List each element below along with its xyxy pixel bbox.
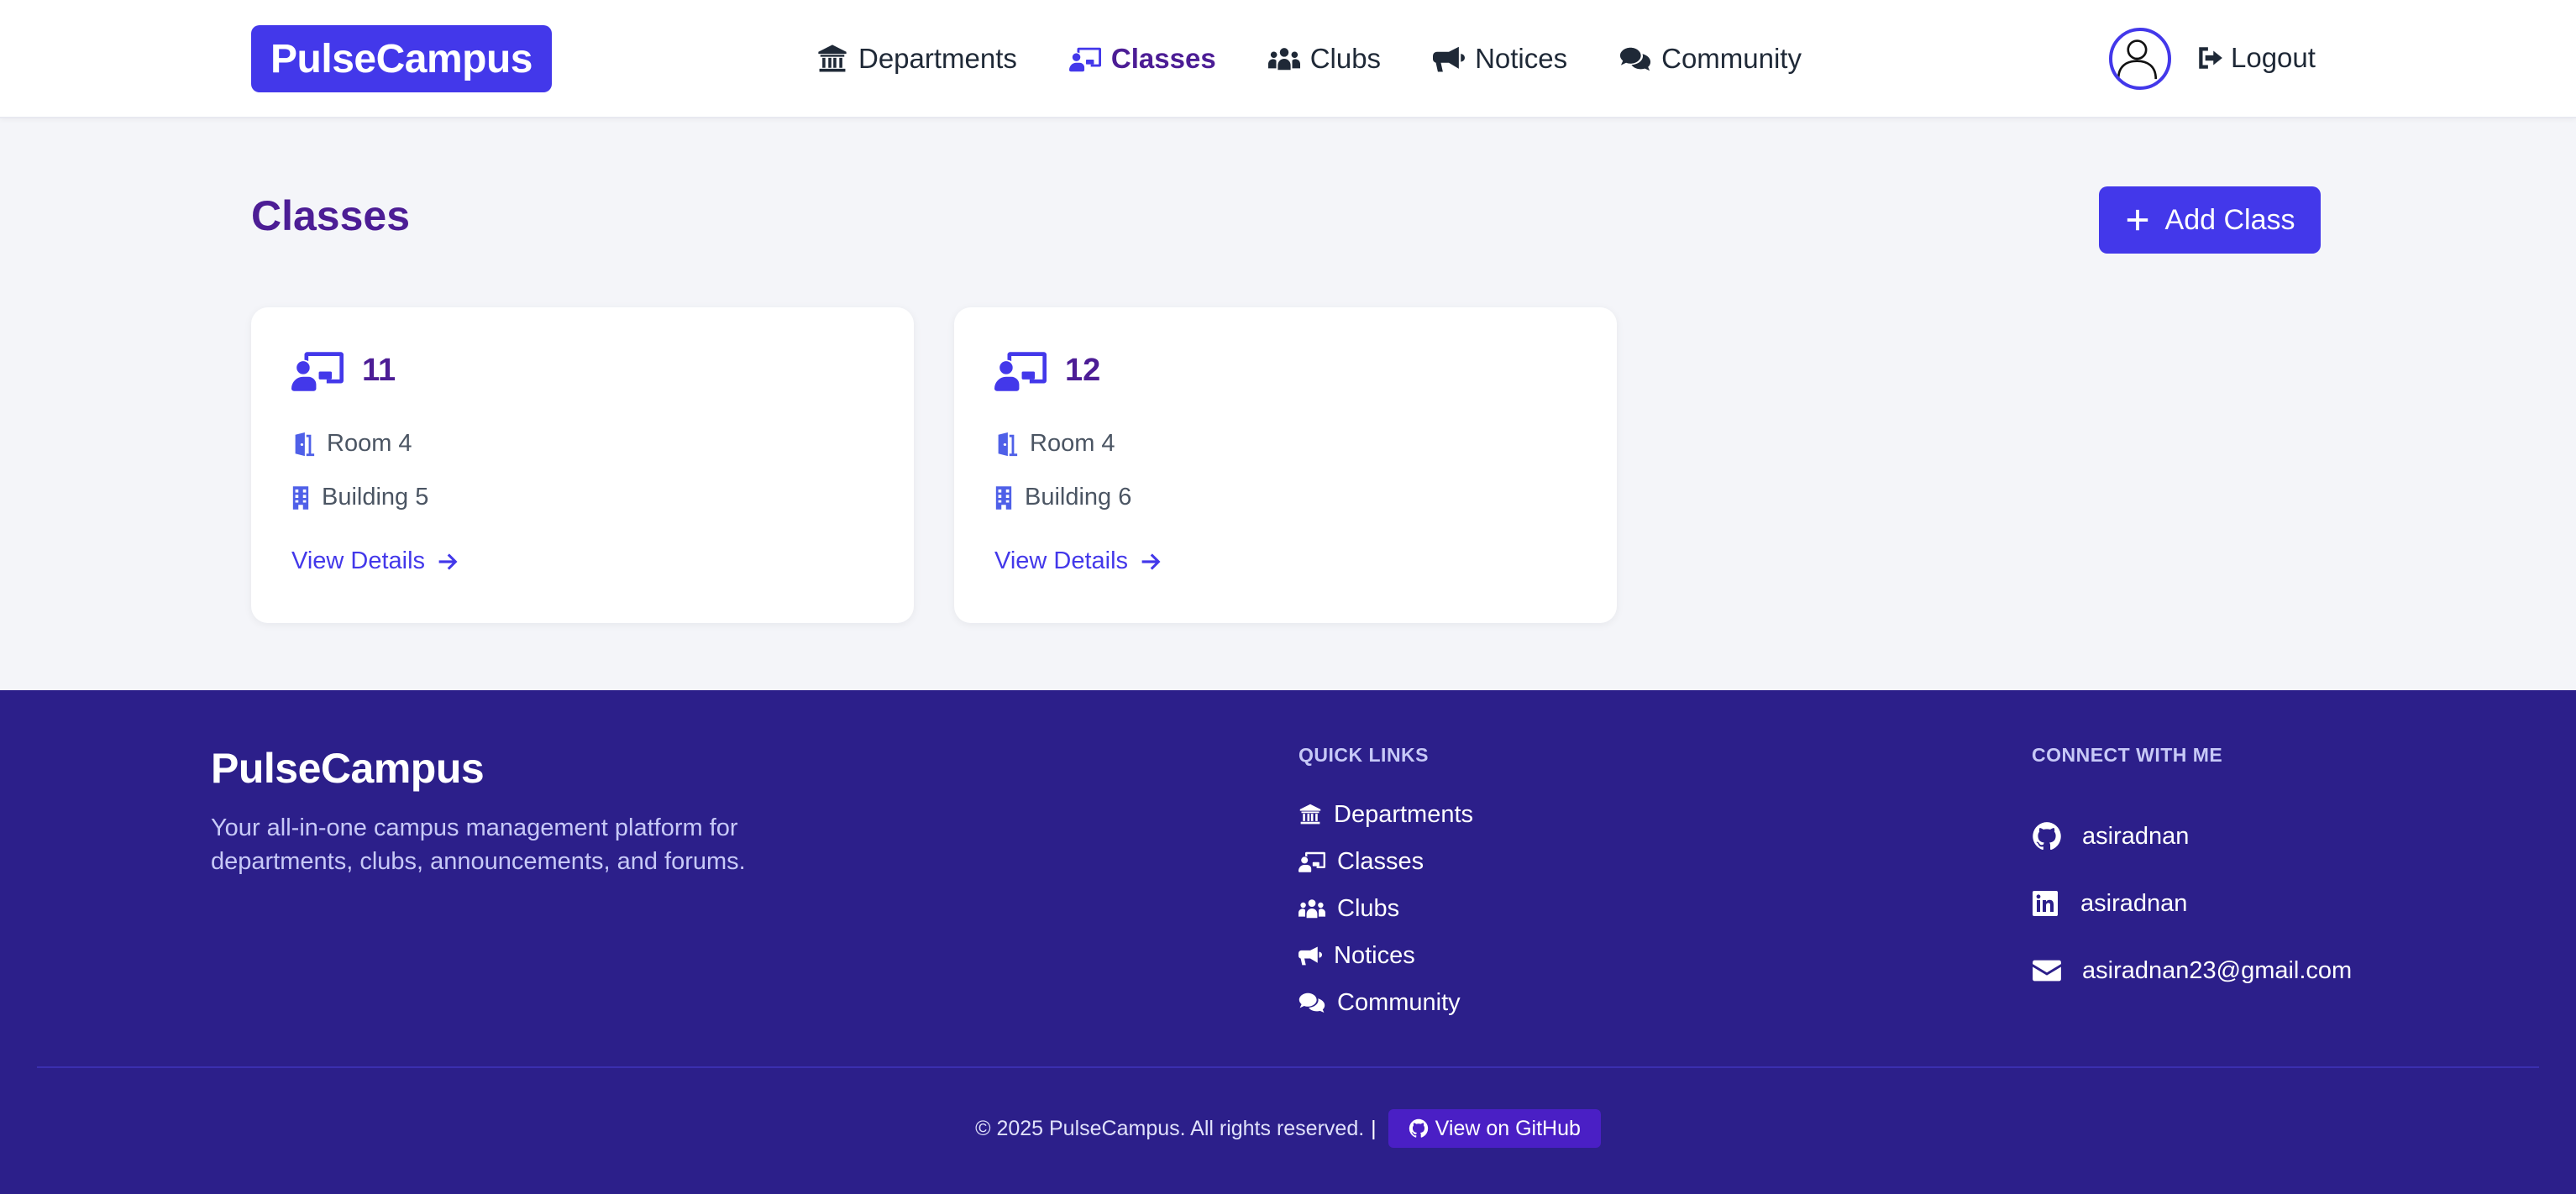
footer-divider (37, 1066, 2539, 1068)
quick-links-list: Departments Classes Clubs Notices Commun… (1298, 791, 1473, 1026)
main-nav: Departments Classes Clubs Notices Commun… (816, 34, 1802, 84)
building-columns-icon (1298, 802, 1322, 827)
envelope-icon (2032, 956, 2062, 986)
chalkboard-user-icon (1069, 43, 1101, 75)
class-name: 12 (1065, 352, 1101, 388)
class-building: Building 6 (994, 484, 1131, 511)
nav-item-label: Departments (858, 43, 1017, 74)
nav-item-label: Notices (1475, 43, 1568, 74)
class-building-label: Building 6 (1025, 484, 1132, 511)
linkedin-icon (2032, 888, 2059, 919)
footer-separator: | (1371, 1116, 1377, 1140)
nav-item-clubs[interactable]: Clubs (1268, 43, 1381, 75)
nav-item-notices[interactable]: Notices (1433, 43, 1567, 75)
top-navbar: PulseCampus Departments Classes Clubs No… (0, 0, 2576, 118)
class-room: Room 4 (291, 430, 412, 458)
chalkboard-user-icon (1298, 849, 1325, 874)
bullhorn-icon (1298, 943, 1322, 968)
nav-item-departments[interactable]: Departments (816, 43, 1017, 75)
email-link[interactable]: asiradnan23@gmail.com (2032, 937, 2352, 1004)
class-card-header: 11 (291, 349, 396, 391)
github-icon (1409, 1118, 1429, 1139)
class-card: 11 Room 4 Building 5 View Details (251, 307, 914, 623)
people-group-icon (1268, 43, 1300, 75)
class-room-label: Room 4 (1030, 430, 1115, 457)
add-class-button[interactable]: Add Class (2099, 186, 2321, 254)
linkedin-label: asiradnan (2080, 889, 2188, 917)
footer-link-community[interactable]: Community (1298, 979, 1473, 1026)
nav-item-label: Community (1661, 43, 1802, 74)
door-open-icon (291, 432, 315, 457)
chalkboard-user-icon (994, 349, 1047, 391)
nav-item-label: Classes (1110, 43, 1216, 74)
github-label: asiradnan (2082, 822, 2190, 850)
copyright-text: © 2025 PulseCampus. All rights reserved. (975, 1116, 1365, 1140)
footer-link-classes[interactable]: Classes (1298, 838, 1473, 885)
class-room-label: Room 4 (327, 430, 412, 457)
logout-icon (2196, 44, 2224, 72)
class-building-label: Building 5 (322, 484, 429, 511)
view-on-github-button[interactable]: View on GitHub (1388, 1109, 1601, 1148)
page-title: Classes (251, 192, 411, 239)
footer-link-label: Notices (1334, 941, 1415, 969)
class-room: Room 4 (994, 430, 1115, 458)
footer-link-clubs[interactable]: Clubs (1298, 885, 1473, 932)
github-link[interactable]: asiradnan (2032, 803, 2352, 870)
nav-item-community[interactable]: Community (1619, 43, 1802, 75)
add-class-label: Add Class (2164, 203, 2295, 236)
view-details-link[interactable]: View Details (994, 547, 1163, 575)
building-icon (994, 485, 1013, 511)
footer-link-label: Clubs (1337, 894, 1400, 922)
footer-brand: PulseCampus (211, 745, 485, 792)
arrow-right-icon (437, 550, 460, 573)
building-icon (291, 485, 310, 511)
site-footer: PulseCampus Your all-in-one campus manag… (0, 690, 2576, 1194)
view-details-link[interactable]: View Details (291, 547, 460, 575)
brand-logo[interactable]: PulseCampus (251, 25, 552, 92)
plus-icon (2125, 207, 2150, 233)
view-details-label: View Details (994, 547, 1129, 574)
chalkboard-user-icon (291, 349, 344, 391)
footer-bottom-bar: © 2025 PulseCampus. All rights reserved.… (0, 1108, 2576, 1149)
email-label: asiradnan23@gmail.com (2082, 956, 2353, 984)
building-columns-icon (816, 43, 848, 75)
footer-link-departments[interactable]: Departments (1298, 791, 1473, 838)
view-details-label: View Details (291, 547, 426, 574)
quick-links-heading: QUICK LINKS (1298, 744, 1429, 766)
user-avatar[interactable] (2109, 28, 2171, 90)
people-group-icon (1298, 896, 1325, 921)
user-silhouette-icon (2117, 39, 2158, 80)
logout-button[interactable]: Logout (2196, 37, 2316, 79)
comments-icon (1298, 990, 1325, 1015)
connect-heading: CONNECT WITH ME (2032, 744, 2223, 766)
bullhorn-icon (1433, 43, 1465, 75)
comments-icon (1619, 43, 1651, 75)
class-card-header: 12 (994, 349, 1100, 391)
arrow-right-icon (1140, 550, 1163, 573)
logout-label: Logout (2231, 42, 2316, 73)
footer-link-label: Classes (1337, 847, 1424, 875)
class-building: Building 5 (291, 484, 428, 511)
footer-link-notices[interactable]: Notices (1298, 932, 1473, 979)
view-on-github-label: View on GitHub (1435, 1116, 1581, 1140)
github-icon (2032, 821, 2062, 851)
nav-item-classes[interactable]: Classes (1069, 43, 1216, 75)
footer-link-label: Community (1337, 988, 1461, 1016)
door-open-icon (994, 432, 1018, 457)
nav-item-label: Clubs (1309, 43, 1382, 74)
class-card: 12 Room 4 Building 6 View Details (954, 307, 1617, 623)
connect-list: asiradnan asiradnan asiradnan23@gmail.co… (2032, 803, 2352, 1004)
footer-link-label: Departments (1334, 800, 1474, 828)
footer-description: Your all-in-one campus management platfo… (211, 814, 746, 875)
linkedin-link[interactable]: asiradnan (2032, 870, 2352, 937)
class-name: 11 (362, 352, 396, 388)
